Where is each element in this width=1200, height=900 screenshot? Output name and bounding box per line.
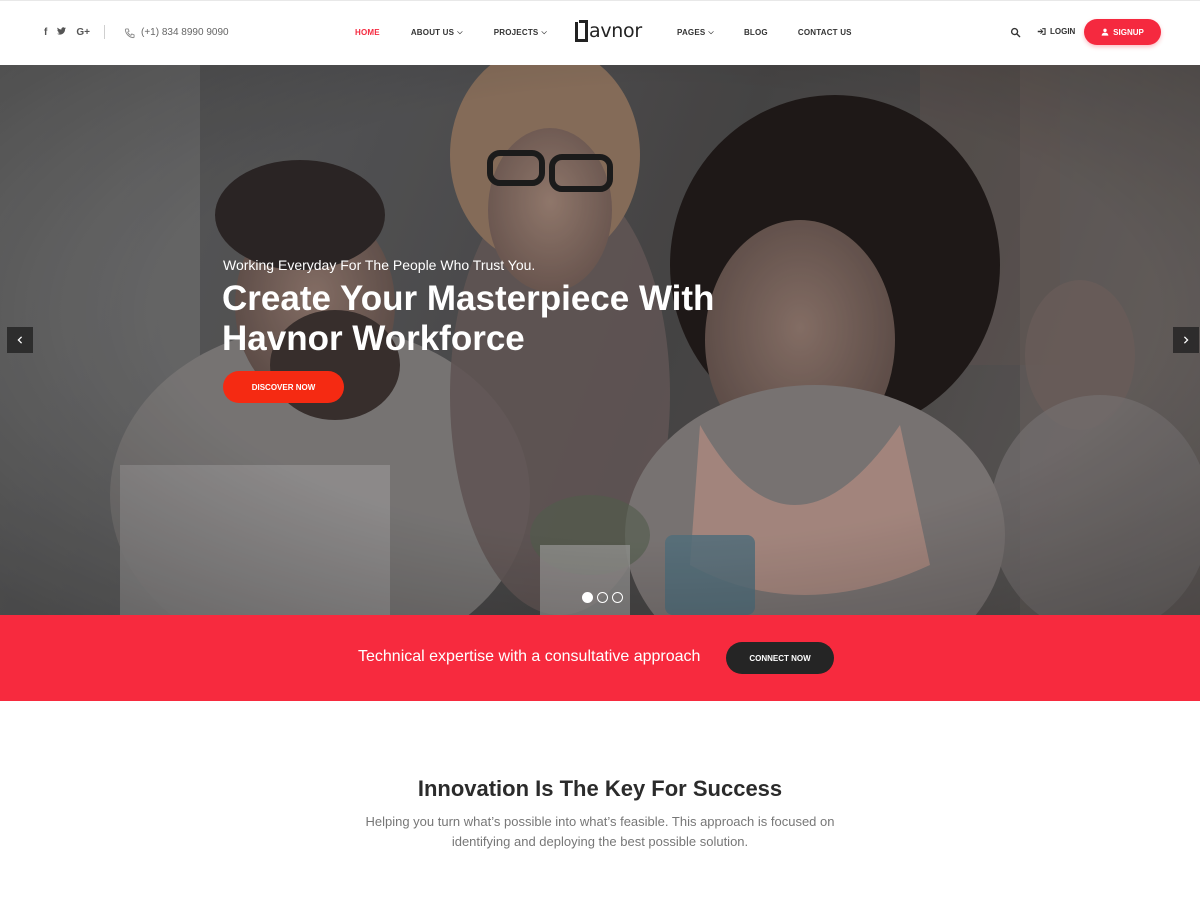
nav-contact-label: CONTACT US	[797, 28, 852, 37]
cta-band: Technical expertise with a consultative …	[0, 615, 1200, 701]
twitter-icon[interactable]	[57, 27, 67, 39]
section-description: Helping you turn what’s possible into wh…	[365, 814, 835, 849]
cta-text: Technical expertise with a consultative …	[358, 648, 701, 665]
nav-pages-label: PAGES	[677, 28, 706, 37]
login-label: LOGIN	[1050, 27, 1076, 36]
nav-about-label: ABOUT US	[410, 28, 455, 37]
nav-projects-label: PROJECTS	[493, 28, 539, 37]
user-icon	[1101, 28, 1109, 36]
google-plus-icon[interactable]: G+	[76, 27, 90, 39]
logo-mark-icon	[575, 20, 588, 42]
nav-contact-us[interactable]: CONTACT US	[798, 28, 852, 37]
signup-button[interactable]: SIGNUP	[1084, 19, 1161, 45]
slider-dot-3[interactable]	[612, 592, 623, 603]
hero-title: Create Your Masterpiece With Havnor Work…	[222, 279, 715, 358]
main-nav-right: PAGES ⌵ BLOG CONTACT US	[677, 28, 882, 37]
nav-about-us[interactable]: ABOUT US ⌵	[411, 28, 463, 37]
chevron-down-icon: ⌵	[708, 28, 714, 36]
nav-pages[interactable]: PAGES ⌵	[677, 28, 714, 37]
site-header: f G+ (+1) 834 8990 9090 HOME ABOUT US ⌵ P…	[0, 0, 1200, 65]
search-icon[interactable]	[1010, 27, 1021, 38]
connect-now-button[interactable]: CONNECT NOW	[726, 642, 834, 674]
phone-number: (+1) 834 8990 9090	[141, 27, 229, 38]
header-divider	[104, 25, 105, 39]
nav-blog-label: BLOG	[743, 28, 768, 37]
slider-next-button[interactable]	[1173, 327, 1199, 353]
nav-home-label: HOME	[355, 28, 380, 37]
phone-icon	[124, 27, 135, 38]
section-title: Innovation Is The Key For Success	[417, 776, 783, 801]
facebook-icon[interactable]: f	[44, 27, 47, 39]
slider-dot-2[interactable]	[597, 592, 608, 603]
login-link[interactable]: LOGIN	[1037, 27, 1075, 36]
logo-text: avnor	[589, 20, 642, 42]
main-nav-left: HOME ABOUT US ⌵ PROJECTS ⌵	[355, 28, 578, 37]
sign-in-icon	[1037, 28, 1046, 35]
hero-slider: Working Everyday For The People Who Trus…	[0, 65, 1200, 615]
slider-dot-1[interactable]	[582, 592, 593, 603]
chevron-down-icon: ⌵	[541, 28, 547, 36]
nav-projects[interactable]: PROJECTS ⌵	[494, 28, 547, 37]
social-links: f G+	[44, 27, 90, 39]
chevron-down-icon: ⌵	[457, 28, 463, 36]
signup-label: SIGNUP	[1113, 27, 1144, 37]
discover-now-button[interactable]: DISCOVER NOW	[223, 371, 344, 403]
phone-contact[interactable]: (+1) 834 8990 9090	[124, 27, 229, 39]
slider-pagination	[582, 592, 623, 603]
chevron-right-icon	[1183, 336, 1189, 344]
slider-prev-button[interactable]	[7, 327, 33, 353]
nav-blog[interactable]: BLOG	[744, 28, 768, 37]
chevron-left-icon	[17, 336, 23, 344]
hero-subtitle: Working Everyday For The People Who Trus…	[223, 257, 536, 273]
nav-home[interactable]: HOME	[355, 28, 380, 37]
site-logo[interactable]: avnor	[575, 20, 642, 42]
